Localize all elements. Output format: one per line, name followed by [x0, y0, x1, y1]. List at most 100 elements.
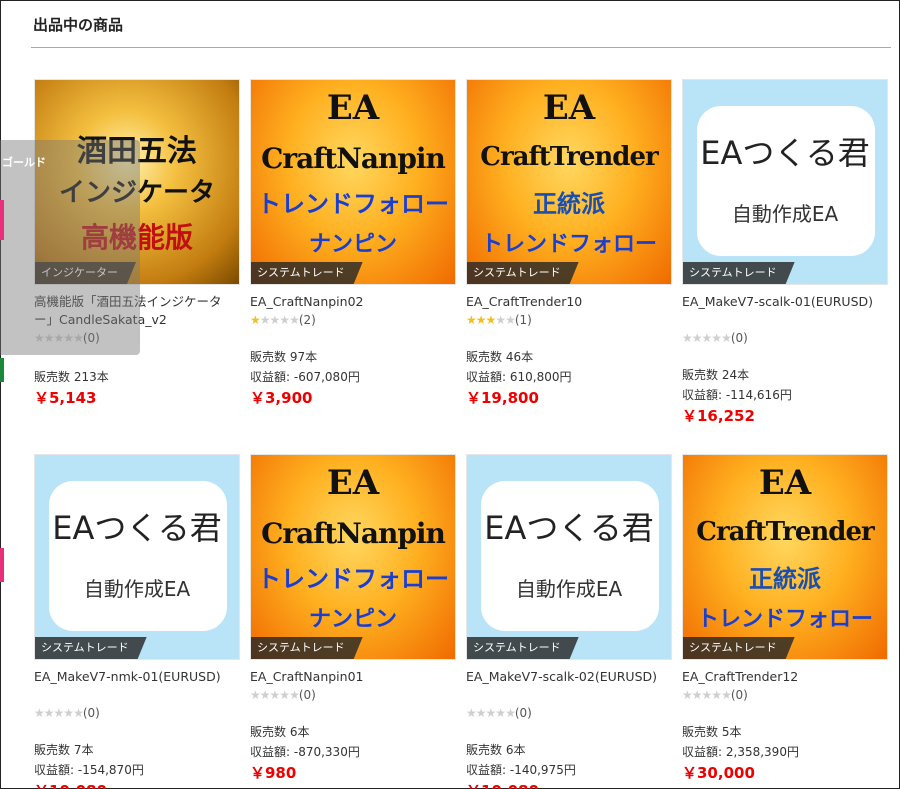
profit-amount: 収益額: -140,975円 [466, 760, 672, 780]
thumb-text: EA [326, 463, 380, 503]
product-price: ￥19,800 [466, 389, 539, 407]
star-empty-icon: ★ [691, 331, 703, 345]
star-empty-icon: ★ [269, 688, 281, 702]
side-tab-marker-lower[interactable] [0, 548, 4, 582]
product-price: ￥980 [250, 764, 297, 782]
sales-label: 販売数 [250, 350, 287, 364]
sales-count: 販売数 46本 [466, 347, 672, 367]
product-name-link[interactable]: EA_CraftTrender10 [466, 293, 672, 311]
sales-label: 販売数 [34, 743, 71, 757]
star-empty-icon: ★ [53, 706, 65, 720]
sales-value: 7本 [73, 743, 94, 757]
profit-value: -114,616円 [725, 388, 792, 402]
star-empty-icon: ★ [682, 331, 693, 345]
star-empty-icon: ★ [721, 331, 732, 345]
product-price: ￥30,000 [682, 764, 755, 782]
rating-row: ★★★★★ (0) [250, 686, 456, 704]
product-thumbnail[interactable]: EA CraftNanpin トレンドフォロー ナンピン システムトレード [250, 79, 456, 285]
rating-row: ★★★★★ (0) [466, 704, 672, 722]
sales-value: 97本 [289, 350, 318, 364]
side-tab-marker[interactable] [0, 200, 4, 240]
sales-value: 6本 [289, 725, 310, 739]
star-empty-icon: ★ [711, 331, 722, 345]
sales-value: 5本 [721, 725, 742, 739]
star-empty-icon: ★ [289, 688, 300, 702]
category-badge: システムトレード [251, 262, 363, 284]
profit-amount: 収益額: -114,616円 [682, 385, 888, 405]
section-title: 出品中の商品 [33, 16, 124, 34]
star-empty-icon: ★ [682, 688, 693, 702]
rating-stars: ★★★★★ [466, 704, 516, 722]
rating-row: ★★★★★ (2) [250, 311, 456, 329]
thumb-text: CraftNanpin [261, 142, 446, 175]
product-card[interactable]: EA CraftNanpin トレンドフォロー ナンピン システムトレード EA_Craf… [250, 454, 456, 783]
product-card[interactable]: EAつくる君 自動作成EA システムトレード EA_MakeV7-scalk-02(E… [466, 454, 672, 789]
product-thumbnail[interactable]: EA CraftNanpin トレンドフォロー ナンピン システムトレード [250, 454, 456, 660]
thumb-text: EA [326, 88, 380, 128]
side-overlay-panel: ゴールド [0, 140, 140, 355]
profit-value: 610,800円 [509, 370, 572, 384]
category-badge: システムトレード [35, 637, 147, 659]
star-empty-icon: ★ [505, 706, 516, 720]
product-name-link[interactable]: EA_CraftNanpin02 [250, 293, 456, 311]
star-filled-icon: ★ [485, 313, 497, 327]
product-card[interactable]: EA CraftTrender 正統派 トレンドフォロー システムトレード EA_Craf… [682, 454, 888, 783]
product-card[interactable]: EA CraftNanpin トレンドフォロー ナンピン システムトレード EA_Craf… [250, 79, 456, 408]
thumb-text: EAつくる君 [484, 509, 654, 547]
rating-stars: ★★★★★ [682, 686, 732, 704]
star-empty-icon: ★ [711, 688, 722, 702]
product-card[interactable]: EAつくる君 自動作成EA システムトレード EA_MakeV7-nmk-01(EUR… [34, 454, 240, 789]
product-name-link[interactable]: EA_MakeV7-scalk-01(EURUSD) [682, 293, 888, 329]
star-empty-icon: ★ [289, 313, 300, 327]
product-thumbnail[interactable]: EA CraftTrender 正統派 トレンドフォロー システムトレード [682, 454, 888, 660]
sales-label: 販売数 [682, 368, 719, 382]
thumb-text: トレンドフォロー [696, 607, 873, 632]
sales-label: 販売数 [466, 350, 503, 364]
side-tab-marker-green[interactable] [0, 358, 4, 382]
product-name-link[interactable]: EA_CraftTrender12 [682, 668, 888, 686]
star-empty-icon: ★ [259, 688, 271, 702]
product-thumbnail[interactable]: EAつくる君 自動作成EA システムトレード [682, 79, 888, 285]
profit-label: 収益額: [466, 370, 507, 384]
product-name-link[interactable]: EA_CraftNanpin01 [250, 668, 456, 686]
product-price: ￥5,143 [34, 389, 97, 407]
profit-value: -870,330円 [293, 745, 360, 759]
profit-label: 収益額: [466, 763, 507, 777]
star-empty-icon: ★ [495, 313, 506, 327]
star-empty-icon: ★ [466, 706, 477, 720]
sales-count: 販売数 6本 [250, 722, 456, 742]
star-empty-icon: ★ [485, 706, 497, 720]
sales-count: 販売数 5本 [682, 722, 888, 742]
category-badge: システムトレード [467, 262, 579, 284]
thumb-text: 自動作成EA [83, 577, 191, 601]
rating-stars: ★★★★★ [250, 311, 300, 329]
profit-label: 収益額: [250, 745, 291, 759]
rating-row: ★★★★★ (1) [466, 311, 672, 329]
product-card[interactable]: EAつくる君 自動作成EA システムトレード EA_MakeV7-scalk-01(E… [682, 79, 888, 426]
product-name-link[interactable]: EA_MakeV7-nmk-01(EURUSD) [34, 668, 240, 704]
category-badge: システムトレード [683, 637, 795, 659]
product-price: ￥16,252 [682, 407, 755, 425]
product-thumbnail[interactable]: EAつくる君 自動作成EA システムトレード [466, 454, 672, 660]
star-empty-icon: ★ [701, 331, 713, 345]
product-thumbnail[interactable]: EA CraftTrender 正統派 トレンドフォロー システムトレード [466, 79, 672, 285]
rating-row: ★★★★★ (0) [682, 686, 888, 704]
product-price: ￥10,080 [466, 781, 672, 789]
product-name-link[interactable]: EA_MakeV7-scalk-02(EURUSD) [466, 668, 672, 704]
star-empty-icon: ★ [250, 688, 261, 702]
star-empty-icon: ★ [475, 706, 487, 720]
profit-amount: 収益額: -154,870円 [34, 760, 240, 780]
sales-value: 213本 [73, 370, 109, 384]
star-empty-icon: ★ [73, 706, 84, 720]
rating-stars: ★★★★★ [466, 311, 516, 329]
product-thumbnail[interactable]: EAつくる君 自動作成EA システムトレード [34, 454, 240, 660]
thumb-text: CraftTrender [480, 142, 658, 172]
category-badge: システムトレード [251, 637, 363, 659]
title-divider [31, 47, 891, 48]
product-card[interactable]: EA CraftTrender 正統派 トレンドフォロー システムトレード EA_Craf… [466, 79, 672, 408]
star-empty-icon: ★ [279, 688, 290, 702]
